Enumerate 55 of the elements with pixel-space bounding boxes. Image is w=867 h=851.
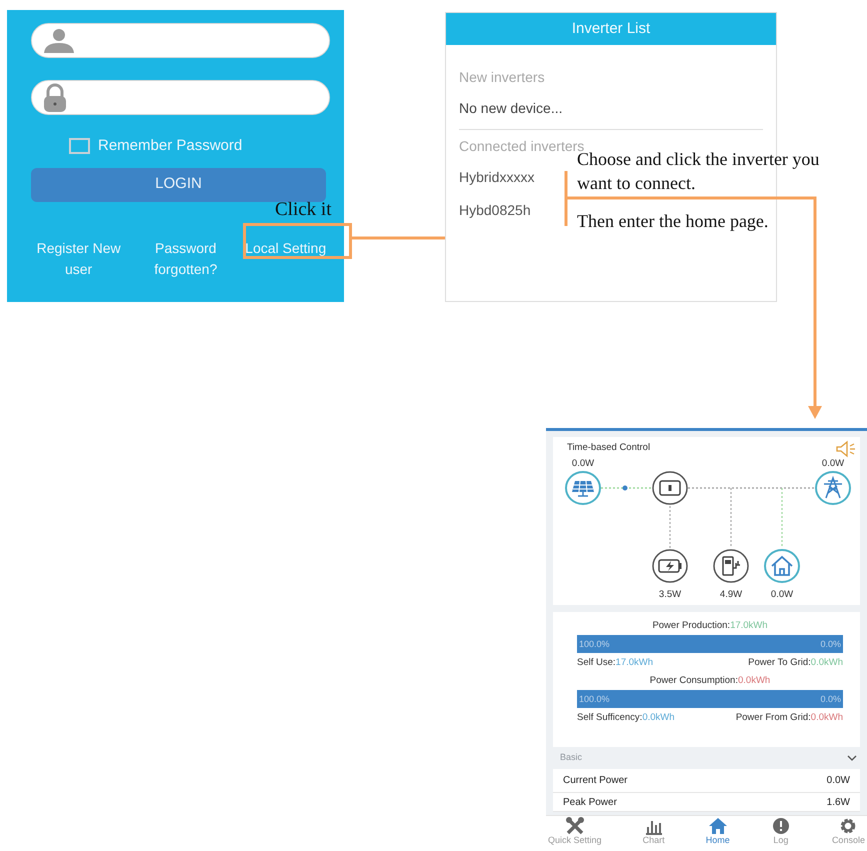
user-icon [42,28,76,54]
stat-value: 0.0kWh [810,710,843,725]
stat-label: Power From Grid: [736,710,811,725]
home-icon [708,816,728,836]
energy-title: Power Consumption: [650,674,738,688]
annotation-text: Then enter the home page. [577,210,768,233]
remember-label: Remember Password [98,136,242,156]
tools-icon [564,816,585,836]
inverter-item[interactable]: Hybd0825h [459,200,531,221]
stat-value: 0.0kWh [642,710,675,725]
link[interactable]: Local Setting [242,238,330,280]
empty-message: No new device... [459,98,763,130]
section-heading: Basic [560,751,582,764]
power-reading: 3.5W [658,589,682,600]
stat-label: Self Use: [577,656,616,670]
row-label: Peak Power [563,796,617,810]
energy-total: 17.0kWh [730,619,768,633]
username-field[interactable] [31,23,330,58]
chevron-down-icon [847,755,857,761]
nav-tab[interactable]: Chart [640,816,667,851]
flow-line [601,487,652,489]
stat-value: 0.0kWh [810,656,843,670]
inverter-item[interactable]: Hybridxxxxx [459,167,534,188]
power-reading: 0.0W [572,458,594,469]
section-heading: Connected inverters [459,137,584,154]
power-reading: 4.9W [720,589,742,600]
row-value: 1.6W [826,796,850,810]
speaker-icon [836,440,856,458]
diagram-title: Time-based Control [567,442,650,453]
nav-tab[interactable]: Quick Setting [546,816,604,851]
nav-tab[interactable]: Log [768,816,793,851]
section-heading: New inverters [459,68,546,87]
row-value: 0.0W [826,774,850,788]
bar-percent: 100.0% [579,638,610,652]
remember-checkbox[interactable] [69,138,90,154]
lock-icon [42,82,68,112]
stat-label: Power To Grid: [748,656,811,670]
nav-tab[interactable]: Console [830,816,867,851]
link[interactable]: Password forgotten? [147,238,224,280]
bar-percent: 0.0% [820,692,841,706]
nav-tab[interactable]: Home [704,816,732,851]
power-reading: 0.0W [822,458,844,469]
stat-value: 17.0kWh [616,656,654,670]
power-reading: 0.0W [770,589,794,600]
energy-total: 0.0kWh [738,674,770,688]
password-field[interactable] [31,80,330,115]
login-button[interactable]: LOGIN [31,168,326,202]
energy-title: Power Production: [652,619,730,633]
bar-percent: 100.0% [579,692,610,706]
list-header: Inverter List [446,13,776,45]
stat-label: Self Sufficency: [577,710,642,725]
row-label: Current Power [563,774,628,788]
flow-dot [622,486,628,490]
link[interactable]: Register New user [28,238,130,280]
bar-percent: 0.0% [820,638,841,652]
